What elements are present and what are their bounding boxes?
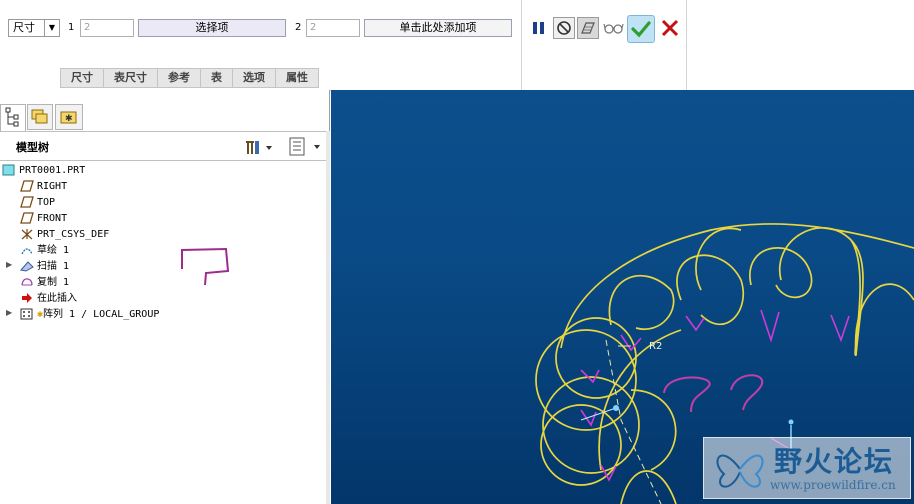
sketch-icon	[21, 248, 33, 255]
csys-origin	[613, 405, 619, 411]
geometry-preview-icon[interactable]	[577, 17, 599, 39]
tree-item-right[interactable]: RIGHT	[20, 179, 67, 194]
watermark-url: www.proewildfire.cn	[770, 478, 896, 492]
datum-plane-icon	[20, 196, 34, 208]
loop	[778, 227, 864, 356]
model-tree-icon	[5, 107, 19, 127]
pattern-type-select[interactable]: 尺寸 ▼	[8, 19, 60, 37]
dashboard-tabs: 尺寸 表尺寸 参考 表 选项 属性	[60, 68, 319, 88]
loop-circle	[535, 329, 637, 431]
folder-icon	[31, 109, 48, 124]
loop	[620, 470, 677, 504]
tab-tables[interactable]: 表	[201, 68, 233, 88]
tree-item-front[interactable]: FRONT	[20, 211, 67, 226]
insert-here-arrow-icon	[22, 293, 32, 303]
copy-icon	[21, 278, 33, 286]
question-mark-annotation	[730, 374, 764, 411]
tree-item-pattern[interactable]: ✱阵列 1 / LOCAL_GROUP	[20, 307, 159, 322]
tab-folder-browser[interactable]	[27, 104, 53, 130]
watermark-title: 野火论坛	[774, 445, 895, 478]
dimension-label[interactable]: R2	[649, 341, 662, 352]
glasses-verify-icon[interactable]	[602, 17, 624, 39]
expand-arrow-icon[interactable]: ▶	[6, 260, 12, 269]
datum-plane-icon	[20, 180, 34, 192]
loop	[608, 274, 675, 331]
toolbar-divider	[521, 0, 522, 90]
tab-options[interactable]: 选项	[233, 68, 276, 88]
pattern-type-value: 尺寸	[13, 21, 35, 34]
loop	[749, 247, 813, 299]
part-icon	[2, 164, 15, 176]
cusp-mark	[685, 315, 705, 332]
show-menu-icon[interactable]	[288, 137, 324, 157]
tab-favorites[interactable]: ✱	[55, 104, 83, 130]
direction1-label: 1	[68, 22, 75, 33]
forum-watermark: 野火论坛 www.proewildfire.cn	[703, 437, 911, 499]
loop	[676, 254, 745, 326]
tree-item-sweep[interactable]: 扫描 1	[20, 259, 69, 274]
apply-check-icon[interactable]	[627, 15, 655, 43]
datum-plane-icon	[20, 212, 34, 224]
direction2-label: 2	[295, 22, 302, 33]
feature-dashboard: 尺寸 ▼ 1 2 选择项 2 2 单击此处添加项 尺寸 表尺寸 参考 表 选项 …	[0, 0, 914, 91]
model-tree-title: 模型树	[16, 141, 49, 154]
csys-icon	[21, 229, 33, 240]
toolbar-divider	[686, 0, 687, 90]
tree-item-top[interactable]: TOP	[20, 195, 55, 210]
butterfly-logo-icon	[716, 454, 764, 488]
question-mark-annotation	[663, 376, 711, 413]
tree-item-csys[interactable]: PRT_CSYS_DEF	[20, 227, 109, 242]
chevron-down-icon[interactable]: ▼	[44, 20, 59, 36]
loop-circle	[540, 404, 622, 486]
scribble-mark	[181, 247, 230, 286]
tree-settings-icon[interactable]	[244, 138, 274, 156]
cusp-mark	[760, 309, 780, 343]
loop	[854, 283, 914, 356]
cusp-mark	[580, 369, 600, 384]
model-tree-header: 模型树	[0, 131, 326, 161]
expand-arrow-icon[interactable]: ▶	[6, 308, 12, 317]
cusp-mark	[830, 314, 850, 343]
direction2-count-input[interactable]: 2	[306, 19, 360, 37]
no-preview-icon[interactable]	[553, 17, 575, 39]
tab-model-tree[interactable]	[0, 104, 26, 131]
vertical-scrollbar[interactable]	[326, 131, 330, 504]
loop-circle	[555, 317, 637, 399]
outer-ring-curve	[560, 223, 914, 349]
tab-table-dimensions[interactable]: 表尺寸	[104, 68, 158, 88]
direction2-collector[interactable]: 单击此处添加项	[364, 19, 512, 37]
navigator-panel: ✱ 模型树 PRT0001.PRT RIGHT TOP FRONT PRT_CS…	[0, 90, 330, 504]
pause-icon[interactable]	[528, 17, 550, 39]
tab-references[interactable]: 参考	[158, 68, 201, 88]
tree-item-part[interactable]: PRT0001.PRT	[2, 163, 85, 178]
tree-item-sketch[interactable]: 草绘 1	[20, 243, 69, 258]
tree-item-copy[interactable]: 复制 1	[20, 275, 69, 290]
direction1-count-input[interactable]: 2	[80, 19, 134, 37]
sweep-icon	[20, 261, 34, 272]
favorites-icon: ✱	[60, 111, 77, 124]
inner-ring-curve	[598, 329, 682, 471]
direction1-collector[interactable]: 选择项	[138, 19, 286, 37]
pattern-icon	[20, 308, 33, 320]
tab-properties[interactable]: 属性	[276, 68, 319, 88]
tree-item-insert-here[interactable]: 在此插入	[20, 291, 77, 306]
tab-dimensions[interactable]: 尺寸	[60, 68, 104, 88]
cancel-x-icon[interactable]	[659, 17, 681, 39]
loop	[630, 389, 677, 471]
svg-text:✱: ✱	[65, 114, 73, 124]
